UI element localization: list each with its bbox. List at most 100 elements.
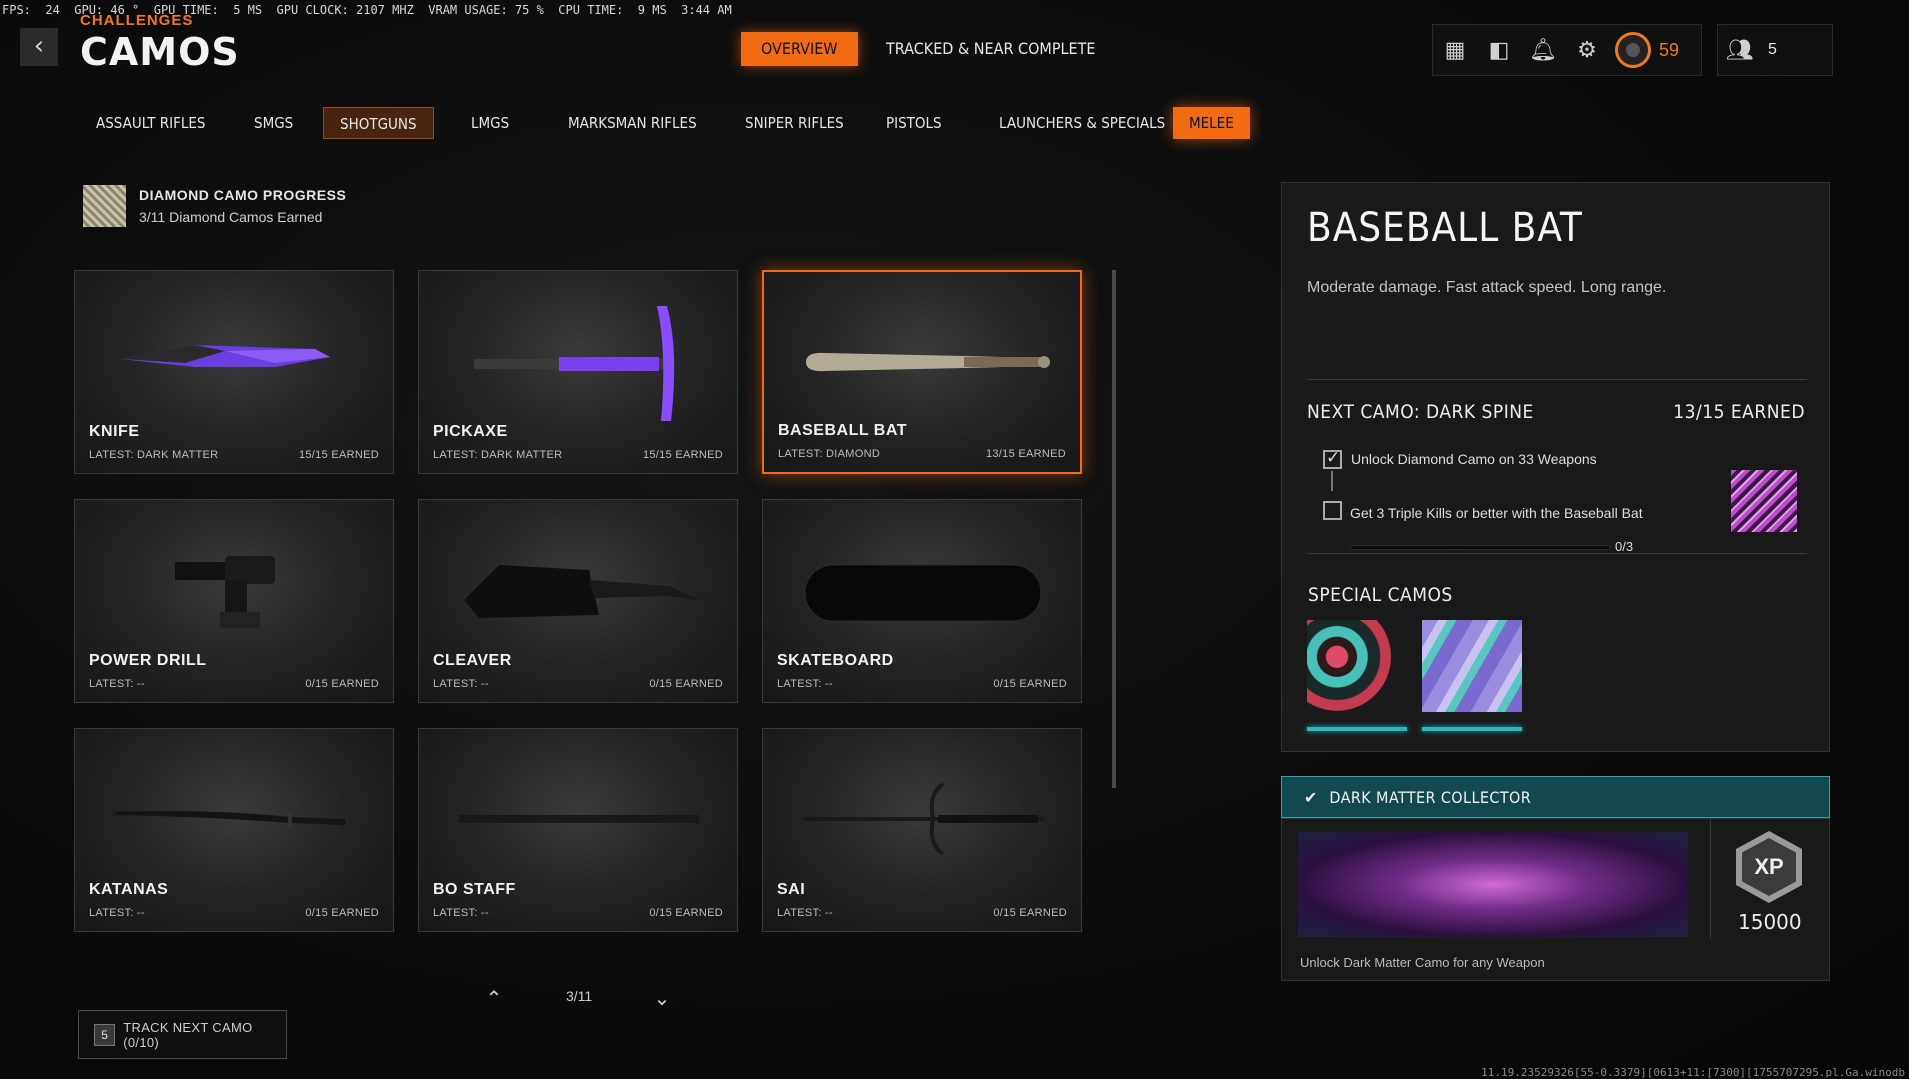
- category-melee[interactable]: MELEE: [1173, 107, 1250, 139]
- bo-staff-image: [459, 815, 699, 823]
- xp-amount: 15000: [1738, 910, 1802, 934]
- weapon-card-sai[interactable]: SAI LATEST: -- 0/15 EARNED: [762, 728, 1082, 932]
- weapon-earned-count: 0/15 EARNED: [305, 907, 379, 919]
- pickaxe-image: [474, 306, 675, 421]
- divider: [1307, 553, 1807, 554]
- chevron-up-icon: ⌃: [485, 986, 503, 1010]
- chevron-down-icon: ⌄: [653, 986, 671, 1010]
- category-pistols[interactable]: PISTOLS: [870, 107, 958, 139]
- weapon-card-cleaver[interactable]: CLEAVER LATEST: -- 0/15 EARNED: [418, 499, 738, 703]
- challenge-progress-bar: [1350, 545, 1610, 550]
- weapon-earned-count: 13/15 EARNED: [985, 448, 1066, 460]
- challenge-progress-text: 0/3: [1615, 539, 1634, 554]
- weapon-latest-camo: LATEST: DARK MATTER: [433, 449, 563, 461]
- next-camo-earned: 13/15 EARNED: [1673, 401, 1805, 423]
- weapon-name: POWER DRILL: [89, 652, 207, 669]
- page-indicator: 3/11: [566, 988, 593, 1004]
- weapon-earned-count: 0/15 EARNED: [305, 678, 379, 690]
- category-marksman-rifles[interactable]: MARKSMAN RIFLES: [552, 107, 713, 139]
- detail-weapon-name: BASEBALL BAT: [1307, 205, 1583, 251]
- page-down-button[interactable]: ⌄: [650, 986, 674, 1010]
- category-launchers-specials[interactable]: LAUNCHERS & SPECIALS: [983, 107, 1181, 139]
- collector-description: Unlock Dark Matter Camo for any Weapon: [1300, 955, 1545, 970]
- check-icon: ✔: [1304, 787, 1318, 807]
- challenge-1-checkbox: [1323, 448, 1342, 469]
- special-camo-1-underline: [1307, 727, 1407, 731]
- track-next-camo-button[interactable]: 5 TRACK NEXT CAMO (0/10): [78, 1010, 287, 1059]
- tab-overview[interactable]: OVERVIEW: [741, 32, 858, 66]
- weapon-latest-camo: LATEST: --: [433, 907, 489, 919]
- weapon-earned-count: 0/15 EARNED: [649, 907, 723, 919]
- page-up-button[interactable]: ⌃: [482, 986, 506, 1010]
- party-icon: 👥︎: [1726, 37, 1754, 63]
- weapon-name: BASEBALL BAT: [778, 422, 907, 439]
- weapon-card-katanas[interactable]: KATANAS LATEST: -- 0/15 EARNED: [74, 728, 394, 932]
- challenge-1-text: Unlock Diamond Camo on 33 Weapons: [1351, 451, 1597, 467]
- weapon-name: KNIFE: [89, 423, 140, 440]
- keybind-badge: 5: [94, 1023, 116, 1046]
- diamond-progress-title: DIAMOND CAMO PROGRESS: [139, 187, 347, 203]
- controller-icon[interactable]: ◧: [1477, 38, 1521, 63]
- cleaver-image: [464, 565, 699, 618]
- category-sniper-rifles[interactable]: SNIPER RIFLES: [729, 107, 860, 139]
- challenge-connector: [1331, 471, 1333, 491]
- weapon-card-skateboard[interactable]: SKATEBOARD LATEST: -- 0/15 EARNED: [762, 499, 1082, 703]
- power-drill-image: [175, 556, 275, 628]
- next-camo-label: NEXT CAMO: DARK SPINE: [1307, 401, 1534, 423]
- bell-icon[interactable]: 🔔︎: [1521, 38, 1565, 63]
- weapon-latest-camo: LATEST: --: [433, 678, 489, 690]
- weapon-card-pickaxe[interactable]: PICKAXE LATEST: DARK MATTER 15/15 EARNED: [418, 270, 738, 474]
- weapon-latest-camo: LATEST: DIAMOND: [778, 448, 881, 460]
- skateboard-image: [804, 564, 1042, 622]
- weapon-earned-count: 15/15 EARNED: [298, 449, 379, 461]
- weapon-name: BO STAFF: [433, 881, 516, 898]
- challenge-2-checkbox: [1323, 501, 1342, 520]
- build-info: 11.19.23529326[55-0.3379][0613+11:[7300]…: [1481, 1066, 1905, 1079]
- divider: [1307, 379, 1807, 380]
- category-lmgs[interactable]: LMGS: [455, 107, 525, 139]
- track-next-camo-label: TRACK NEXT CAMO (0/10): [123, 1019, 253, 1050]
- tab-tracked-near-complete[interactable]: TRACKED & NEAR COMPLETE: [866, 32, 1116, 66]
- special-camo-1[interactable]: [1307, 620, 1407, 712]
- category-shotguns[interactable]: SHOTGUNS: [323, 107, 434, 139]
- katanas-image: [115, 811, 345, 829]
- weapon-latest-camo: LATEST: --: [777, 907, 833, 919]
- challenge-2-text: Get 3 Triple Kills or better with the Ba…: [1350, 505, 1643, 521]
- special-camos-title: SPECIAL CAMOS: [1308, 584, 1453, 606]
- weapon-latest-camo: LATEST: DARK MATTER: [89, 449, 219, 461]
- player-level: 59: [1659, 39, 1680, 60]
- weapon-card-bo-staff[interactable]: BO STAFF LATEST: -- 0/15 EARNED: [418, 728, 738, 932]
- page-title: CAMOS: [80, 30, 240, 74]
- gear-icon[interactable]: ⚙: [1565, 38, 1609, 63]
- category-smgs[interactable]: SMGS: [238, 107, 309, 139]
- detail-weapon-description: Moderate damage. Fast attack speed. Long…: [1307, 279, 1667, 296]
- weapon-earned-count: 0/15 EARNED: [993, 678, 1067, 690]
- weapon-card-power-drill[interactable]: POWER DRILL LATEST: -- 0/15 EARNED: [74, 499, 394, 703]
- back-button[interactable]: ‹: [20, 28, 58, 66]
- diamond-progress-subtitle: 3/11 Diamond Camos Earned: [139, 209, 323, 225]
- category-assault-rifles[interactable]: ASSAULT RIFLES: [80, 107, 221, 139]
- collector-title: DARK MATTER COLLECTOR: [1329, 787, 1532, 807]
- weapon-name: SKATEBOARD: [777, 652, 894, 669]
- weapon-detail-panel: BASEBALL BAT Moderate damage. Fast attac…: [1281, 182, 1830, 752]
- weapon-card-knife[interactable]: KNIFE LATEST: DARK MATTER 15/15 EARNED: [74, 270, 394, 474]
- page-supertitle: CHALLENGES: [80, 12, 194, 28]
- topbar-menu: ▦ ◧ 🔔︎ ⚙ 59: [1432, 24, 1702, 76]
- dark-matter-collector-header[interactable]: ✔ DARK MATTER COLLECTOR: [1281, 776, 1830, 818]
- weapon-earned-count: 15/15 EARNED: [642, 449, 723, 461]
- weapon-name: KATANAS: [89, 881, 169, 898]
- player-level-icon[interactable]: [1615, 32, 1651, 68]
- weapon-list-scrollbar-thumb[interactable]: [1112, 270, 1116, 788]
- divider: [1710, 819, 1711, 939]
- special-camo-2[interactable]: [1422, 620, 1522, 712]
- weapon-card-baseball-bat[interactable]: BASEBALL BAT LATEST: DIAMOND 13/15 EARNE…: [762, 270, 1082, 474]
- dark-matter-collector-body: XP 15000 Unlock Dark Matter Camo for any…: [1281, 818, 1830, 981]
- dark-spine-camo-preview[interactable]: [1731, 470, 1797, 532]
- weapon-earned-count: 0/15 EARNED: [993, 907, 1067, 919]
- party-box[interactable]: 👥︎ 5: [1717, 24, 1833, 76]
- baseball-bat-image: [806, 352, 1050, 372]
- chevron-left-icon: ‹: [33, 31, 45, 61]
- weapon-latest-camo: LATEST: --: [89, 907, 145, 919]
- grid-icon[interactable]: ▦: [1433, 38, 1477, 63]
- party-count: 5: [1768, 41, 1777, 58]
